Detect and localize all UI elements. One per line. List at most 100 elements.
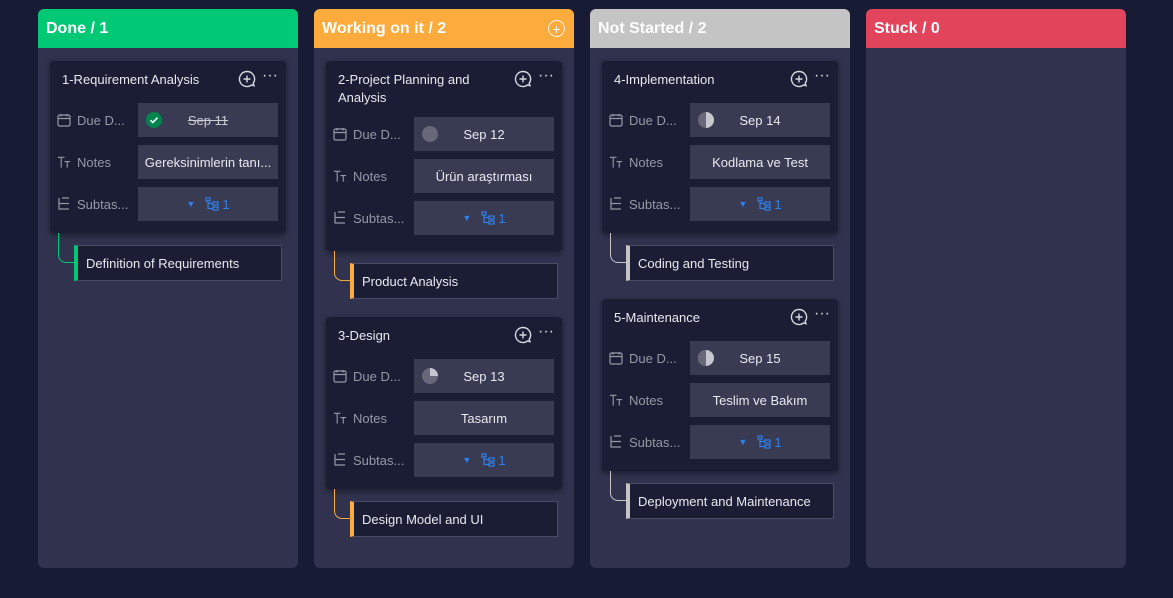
due-date-value[interactable]: Sep 14 [690,103,830,137]
subitems-icon [333,453,347,467]
subitem-connector [334,251,350,281]
column-title: Stuck / 0 [874,19,940,37]
subitem[interactable]: Deployment and Maintenance [626,483,834,519]
chevron-down-icon[interactable]: ▼ [186,199,195,209]
subtasks-count: 1 [498,210,506,226]
more-options-icon[interactable]: ··· [538,324,554,343]
card[interactable]: 1-Requirement Analysis ··· Due D... Sep … [50,61,286,233]
subitems-icon [205,197,219,211]
calendar-icon [333,127,347,141]
calendar-icon [333,369,347,383]
card[interactable]: 2-Project Planning and Analysis ··· Due … [326,61,562,251]
column-working-on-it: Working on it / 2 + 2-Project Planning a… [314,9,574,568]
calendar-icon [609,113,623,127]
notes-value[interactable]: Tasarım [414,401,554,435]
subtasks-label: Subtas... [333,453,414,468]
subitem[interactable]: Product Analysis [350,263,558,299]
text-icon [333,169,347,183]
due-date-label: Due D... [609,113,690,128]
subtasks-value[interactable]: ▼ 1 [690,425,830,459]
card-title[interactable]: 2-Project Planning and Analysis [338,70,498,107]
notes-value[interactable]: Ürün araştırması [414,159,554,193]
subitems-icon [609,435,623,449]
due-date-label: Due D... [609,351,690,366]
subitems-icon [481,453,495,467]
subtasks-label: Subtas... [609,197,690,212]
subtasks-count: 1 [774,196,782,212]
column-header-not-started[interactable]: Not Started / 2 [590,9,850,48]
text-icon [609,393,623,407]
subitem[interactable]: Definition of Requirements [74,245,282,281]
column-title: Done / 1 [46,19,109,37]
due-date-value[interactable]: Sep 12 [414,117,554,151]
due-date-value[interactable]: Sep 15 [690,341,830,375]
column-header-stuck[interactable]: Stuck / 0 [866,9,1126,48]
notes-value[interactable]: Gereksinimlerin tanı... [138,145,278,179]
due-date-value[interactable]: Sep 13 [414,359,554,393]
notes-value[interactable]: Teslim ve Bakım [690,383,830,417]
more-options-icon[interactable]: ··· [262,68,278,87]
column-header-done[interactable]: Done / 1 [38,9,298,48]
chevron-down-icon[interactable]: ▼ [738,437,747,447]
more-options-icon[interactable]: ··· [814,68,830,87]
add-update-icon[interactable] [514,326,532,344]
card[interactable]: 5-Maintenance ··· Due D... Sep 15 Notes [602,299,838,471]
column-not-started: Not Started / 2 4-Implementation ··· Due… [590,9,850,568]
subitem-connector [58,233,74,263]
subitem-connector [610,471,626,501]
chevron-down-icon[interactable]: ▼ [462,213,471,223]
notes-label: Notes [333,411,414,426]
card-title[interactable]: 5-Maintenance [614,308,774,327]
subtasks-label: Subtas... [609,435,690,450]
subtasks-count: 1 [774,434,782,450]
due-date-value[interactable]: Sep 11 [138,103,278,137]
notes-value[interactable]: Kodlama ve Test [690,145,830,179]
card[interactable]: 4-Implementation ··· Due D... Sep 14 Not… [602,61,838,233]
clock-progress-icon [422,368,438,387]
more-options-icon[interactable]: ··· [538,68,554,87]
subtasks-value[interactable]: ▼ 1 [414,443,554,477]
card-title[interactable]: 1-Requirement Analysis [62,70,222,89]
subtasks-label: Subtas... [333,211,414,226]
add-update-icon[interactable] [514,70,532,88]
clock-progress-icon [422,126,438,145]
column-header-working[interactable]: Working on it / 2 + [314,9,574,48]
add-update-icon[interactable] [790,70,808,88]
subitem[interactable]: Coding and Testing [626,245,834,281]
subtasks-value[interactable]: ▼ 1 [690,187,830,221]
subitems-icon [57,197,71,211]
more-options-icon[interactable]: ··· [814,306,830,325]
clock-progress-icon [698,112,714,131]
column-title: Working on it / 2 [322,19,447,37]
calendar-icon [57,113,71,127]
column-stuck: Stuck / 0 [866,9,1126,568]
card-title[interactable]: 4-Implementation [614,70,774,89]
due-date-label: Due D... [57,113,138,128]
add-item-icon[interactable]: + [548,20,565,37]
subitems-icon [757,197,771,211]
add-update-icon[interactable] [238,70,256,88]
subitems-icon [757,435,771,449]
subtasks-value[interactable]: ▼ 1 [414,201,554,235]
card[interactable]: 3-Design ··· Due D... Sep 13 Notes Tasar… [326,317,562,489]
notes-label: Notes [57,155,138,170]
due-date-label: Due D... [333,369,414,384]
chevron-down-icon[interactable]: ▼ [738,199,747,209]
subitem-connector [610,233,626,263]
chevron-down-icon[interactable]: ▼ [462,455,471,465]
subtasks-value[interactable]: ▼ 1 [138,187,278,221]
clock-progress-icon [698,350,714,369]
due-date-label: Due D... [333,127,414,142]
text-icon [609,155,623,169]
subitems-icon [333,211,347,225]
notes-label: Notes [333,169,414,184]
text-icon [57,155,71,169]
subitems-icon [609,197,623,211]
notes-label: Notes [609,393,690,408]
subitem[interactable]: Design Model and UI [350,501,558,537]
subitem-connector [334,489,350,519]
text-icon [333,411,347,425]
column-done: Done / 1 1-Requirement Analysis ··· Due … [38,9,298,568]
add-update-icon[interactable] [790,308,808,326]
card-title[interactable]: 3-Design [338,326,498,345]
